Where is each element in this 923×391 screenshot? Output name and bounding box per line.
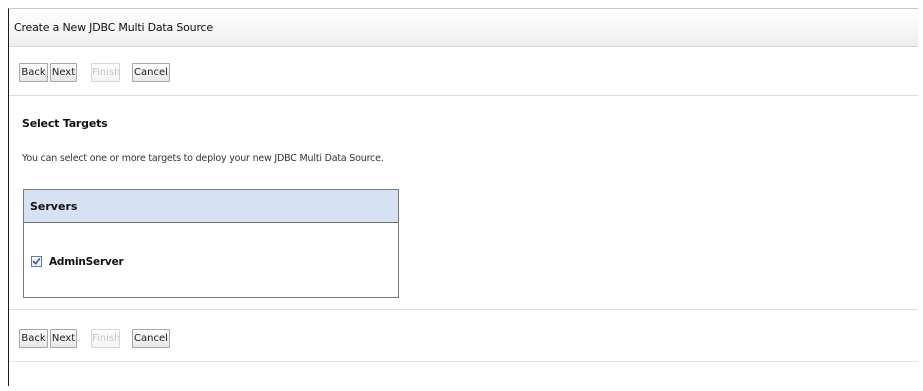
finish-button-bottom[interactable]: Finish bbox=[91, 329, 120, 348]
servers-header-label: Servers bbox=[30, 200, 78, 213]
bottom-button-bar: Back Next Finish Cancel bbox=[9, 309, 918, 362]
section-title: Select Targets bbox=[22, 117, 108, 130]
title-bar: Create a New JDBC Multi Data Source bbox=[9, 9, 918, 47]
wizard-frame: Create a New JDBC Multi Data Source Back… bbox=[8, 8, 918, 386]
servers-table: Servers AdminServer bbox=[23, 189, 399, 298]
top-button-bar: Back Next Finish Cancel bbox=[9, 47, 918, 96]
section-description: You can select one or more targets to de… bbox=[22, 153, 384, 164]
next-button[interactable]: Next bbox=[50, 63, 77, 82]
page-title: Create a New JDBC Multi Data Source bbox=[14, 21, 213, 34]
servers-table-header: Servers bbox=[24, 190, 398, 223]
cancel-button[interactable]: Cancel bbox=[132, 63, 170, 82]
adminserver-checkbox[interactable] bbox=[31, 256, 42, 267]
finish-button[interactable]: Finish bbox=[91, 63, 120, 82]
back-button-bottom[interactable]: Back bbox=[19, 329, 48, 348]
check-icon bbox=[32, 258, 41, 265]
next-button-bottom[interactable]: Next bbox=[50, 329, 77, 348]
back-button[interactable]: Back bbox=[19, 63, 48, 82]
server-label-adminserver: AdminServer bbox=[49, 256, 124, 268]
cancel-button-bottom[interactable]: Cancel bbox=[132, 329, 170, 348]
table-row: AdminServer bbox=[24, 223, 398, 297]
